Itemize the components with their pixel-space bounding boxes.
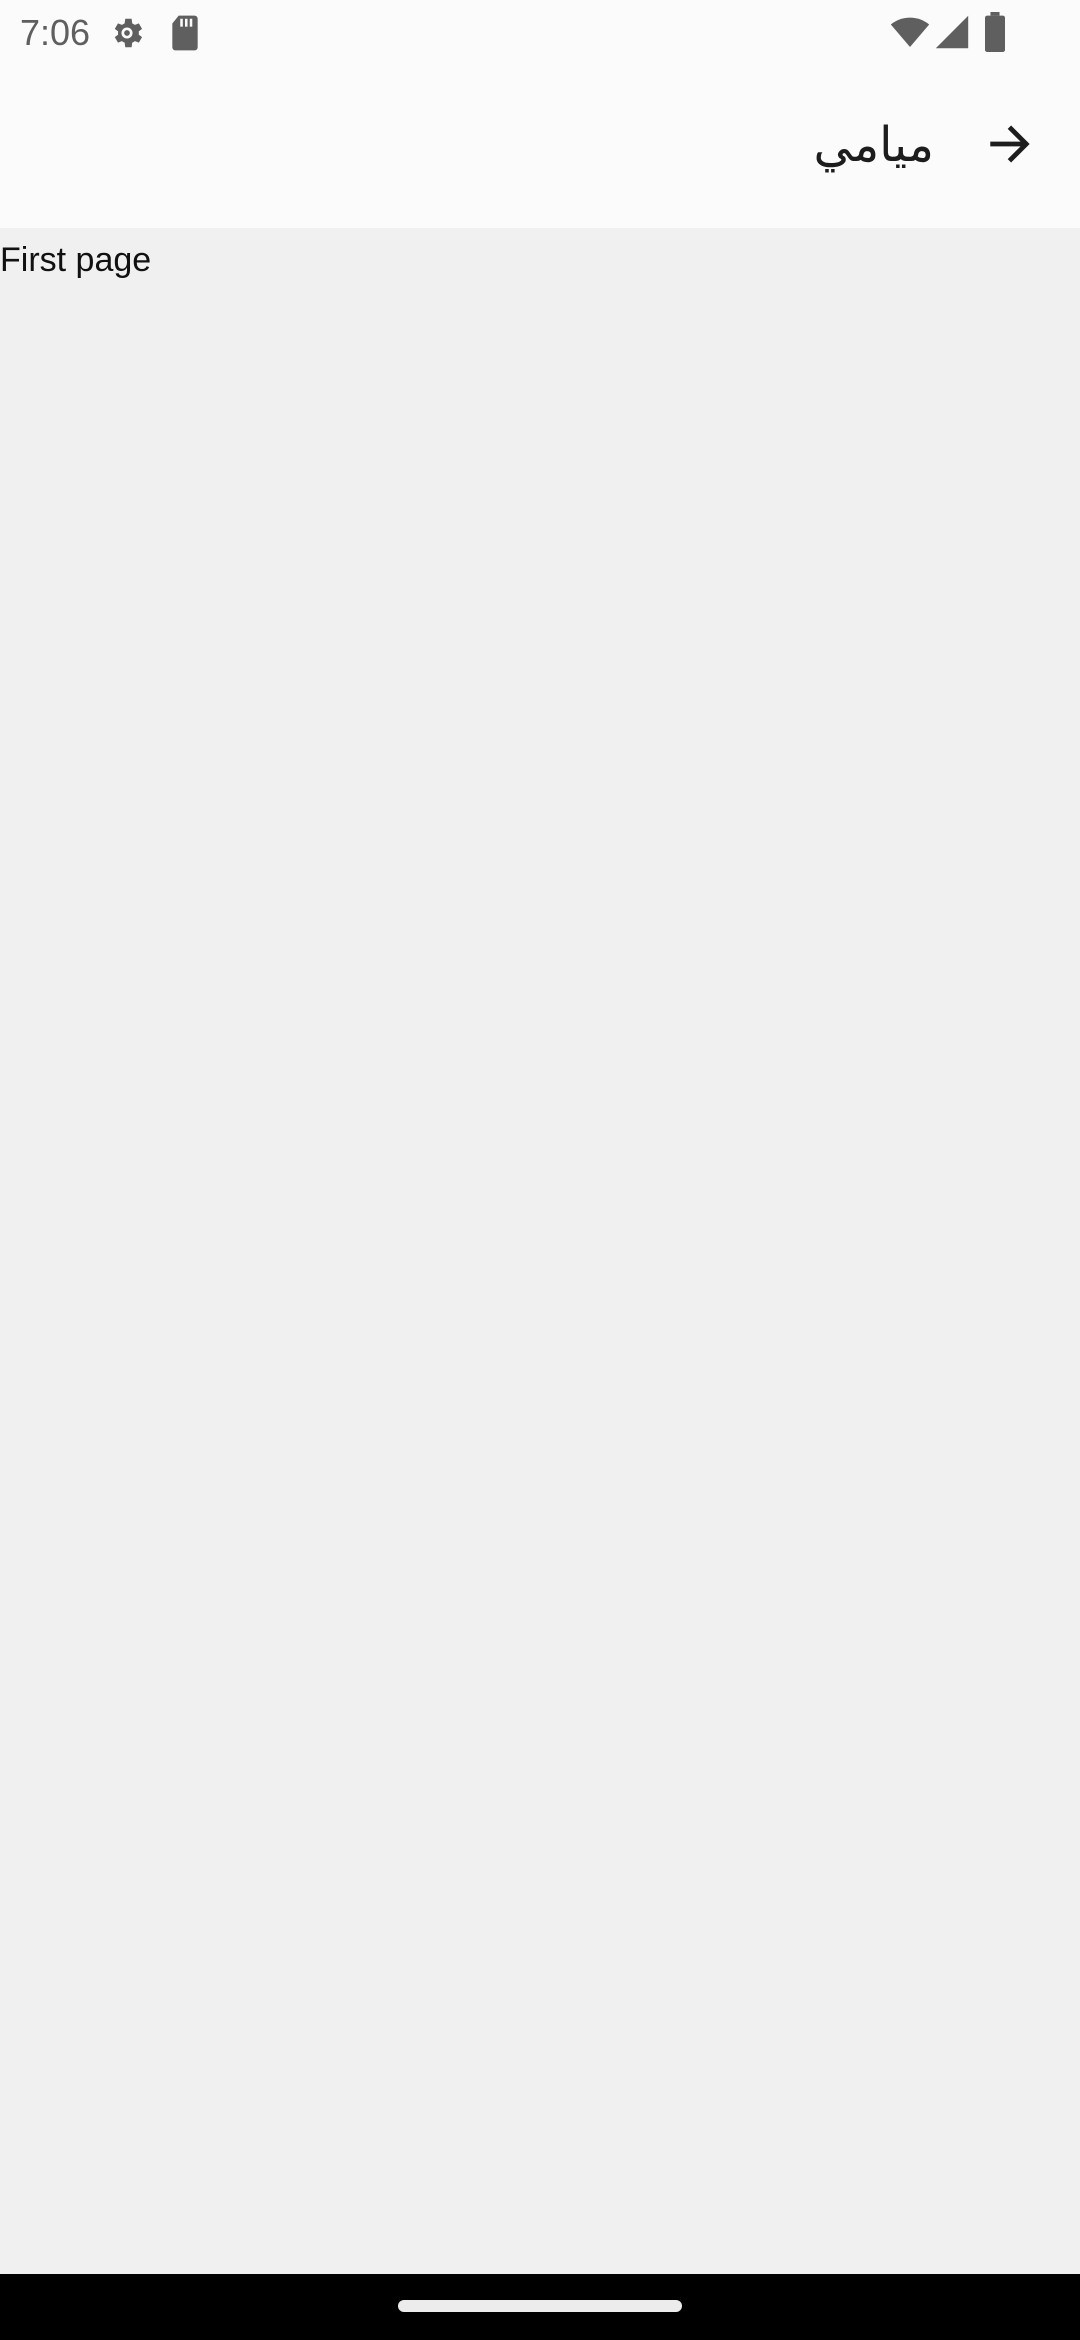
cellular-signal-icon [935, 15, 969, 49]
sd-card-icon [172, 15, 198, 51]
arrow-right-icon [990, 125, 1030, 163]
settings-icon [114, 18, 143, 48]
app-bar: ميامي [0, 66, 1080, 228]
status-bar: 7:06 [0, 0, 1080, 66]
home-indicator[interactable] [398, 2300, 682, 2312]
page-content: First page [0, 228, 1080, 2274]
status-time: 7:06 [20, 12, 91, 53]
system-navigation-bar [0, 2274, 1080, 2340]
page-title: ميامي [813, 117, 934, 173]
back-button[interactable] [962, 96, 1058, 192]
wifi-icon [890, 17, 930, 47]
battery-icon [985, 12, 1005, 52]
first-page-text: First page [0, 241, 152, 279]
